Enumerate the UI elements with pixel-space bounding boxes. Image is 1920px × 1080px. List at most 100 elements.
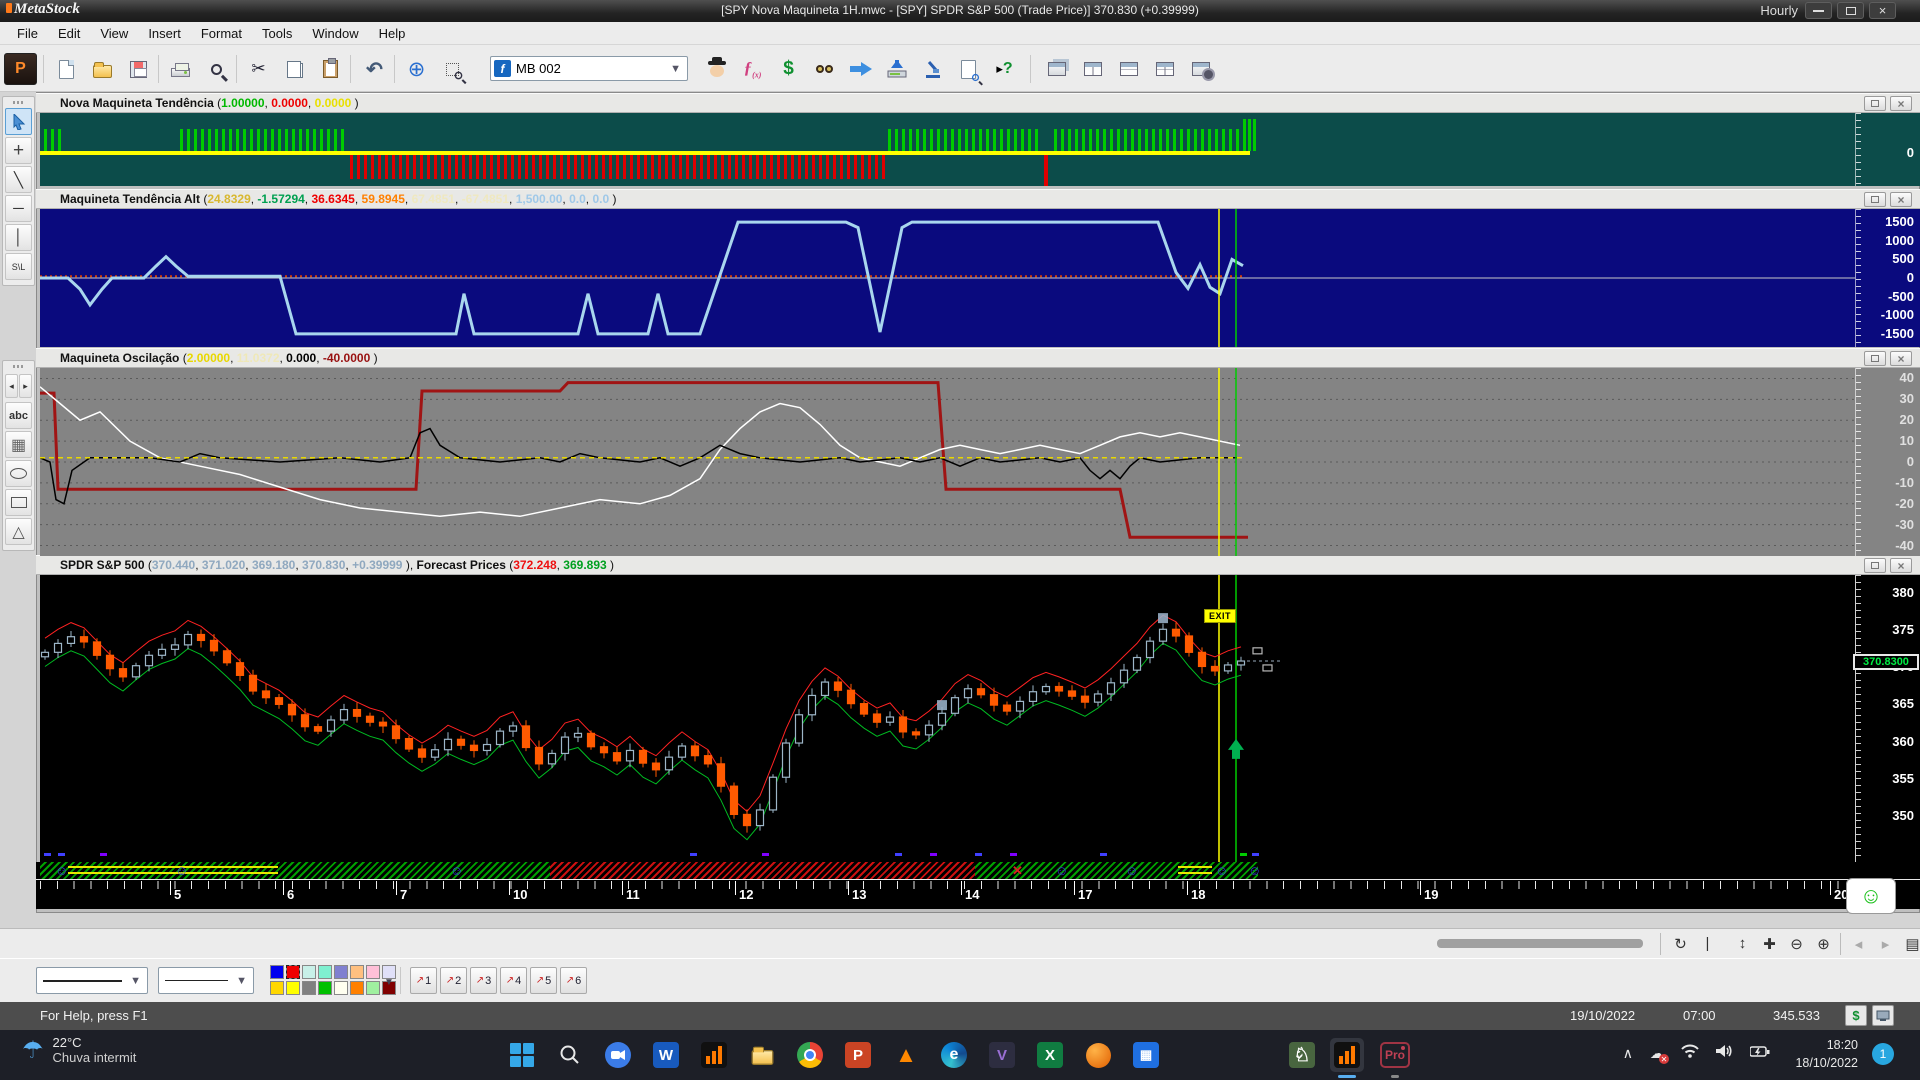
color-swatch[interactable]: [350, 965, 364, 979]
system-tester-status-button[interactable]: $: [1845, 1005, 1867, 1026]
save-button[interactable]: [122, 53, 155, 85]
panel-close-button[interactable]: ×: [1890, 558, 1912, 573]
indicator-builder-button[interactable]: ƒ(x): [736, 53, 769, 85]
restore-button[interactable]: [1837, 2, 1864, 19]
taskbar-word[interactable]: W: [649, 1038, 683, 1072]
date-axis[interactable]: 5 6 7 10 11 12 13 14 17 18 19 20: [36, 879, 1920, 909]
color-swatch[interactable]: [302, 981, 316, 995]
undo-button[interactable]: ↶: [358, 53, 391, 85]
taskbar-chat[interactable]: [601, 1038, 635, 1072]
panel-tendencia[interactable]: 0: [40, 113, 1920, 186]
wifi-icon[interactable]: [1681, 1044, 1699, 1063]
minimize-button[interactable]: [1805, 2, 1832, 19]
trend-template-button-6[interactable]: ↗ 6: [560, 967, 587, 994]
color-swatch[interactable]: [270, 965, 284, 979]
color-swatch[interactable]: [334, 965, 348, 979]
taskbar-excel[interactable]: X: [1033, 1038, 1067, 1072]
rectangle-tool[interactable]: [5, 489, 32, 516]
tile-horizontal-button[interactable]: [1112, 53, 1145, 85]
downloader-status-button[interactable]: [1872, 1005, 1894, 1026]
new-chart-button[interactable]: [50, 53, 83, 85]
line-weight-combo[interactable]: ▼: [158, 967, 254, 994]
taskbar-chrome[interactable]: [793, 1038, 827, 1072]
taskbar-weather[interactable]: ☂ 22°C Chuva intermit: [22, 1035, 136, 1065]
color-swatch[interactable]: [334, 981, 348, 995]
layout-menu-button[interactable]: ▤: [1900, 932, 1920, 955]
start-button[interactable]: [505, 1038, 539, 1072]
taskbar-calculator[interactable]: ▦: [1129, 1038, 1163, 1072]
trend-template-button-3[interactable]: ↗ 3: [470, 967, 497, 994]
line-style-combo[interactable]: ▼: [36, 967, 148, 994]
explorer-button[interactable]: [808, 53, 841, 85]
panel-restore-button[interactable]: [1864, 558, 1886, 573]
trend-template-button-1[interactable]: ↗ 1: [410, 967, 437, 994]
context-help-button[interactable]: ▸?: [988, 53, 1021, 85]
taskbar-file-explorer[interactable]: [745, 1038, 779, 1072]
paste-button[interactable]: [314, 53, 347, 85]
menu-edit[interactable]: Edit: [49, 24, 89, 43]
panel-close-button[interactable]: ×: [1890, 192, 1912, 207]
onedrive-icon[interactable]: ☁ ✕: [1650, 1045, 1669, 1064]
taskbar-pro[interactable]: Pro: [1378, 1038, 1412, 1078]
color-swatch[interactable]: [318, 981, 332, 995]
palette-more-button[interactable]: ▼: [384, 977, 394, 988]
panel-restore-button[interactable]: [1864, 351, 1886, 366]
taskbar-browser-orange[interactable]: [1081, 1038, 1115, 1072]
triangle-tool[interactable]: △: [5, 518, 32, 545]
text-tool[interactable]: abc: [5, 402, 32, 429]
panel-tendencia-alt[interactable]: 1500 1000 500 0 -500 -1000 -1500: [40, 209, 1920, 347]
menu-format[interactable]: Format: [192, 24, 251, 43]
trend-template-button-2[interactable]: ↗ 2: [440, 967, 467, 994]
battery-icon[interactable]: [1749, 1045, 1770, 1063]
taskbar-chess[interactable]: ♘: [1285, 1038, 1319, 1072]
menu-tools[interactable]: Tools: [253, 24, 301, 43]
crosshair-button[interactable]: ⊕: [400, 53, 433, 85]
menu-insert[interactable]: Insert: [139, 24, 190, 43]
menu-help[interactable]: Help: [370, 24, 415, 43]
print-button[interactable]: [164, 53, 197, 85]
taskbar-metastock-active[interactable]: [1330, 1038, 1364, 1078]
panel-header-tendencia-alt[interactable]: Maquineta Tendência Alt (24.8329, -1.572…: [36, 189, 1920, 209]
expert-advisor-button[interactable]: [700, 53, 733, 85]
menu-view[interactable]: View: [91, 24, 137, 43]
taskbar-search[interactable]: [553, 1038, 587, 1072]
prev-page-button[interactable]: ◂: [1846, 932, 1871, 955]
horizontal-line-tool[interactable]: ─: [5, 195, 32, 222]
toolbar-grip[interactable]: [12, 365, 25, 368]
copy-button[interactable]: [278, 53, 311, 85]
trendline-tool[interactable]: ╲: [5, 166, 32, 193]
color-swatch[interactable]: [302, 965, 316, 979]
color-swatch[interactable]: [366, 965, 380, 979]
ellipse-tool[interactable]: [5, 460, 32, 487]
support-resistance-tool[interactable]: S\L: [5, 253, 32, 280]
color-swatch[interactable]: [366, 981, 380, 995]
taskbar-powerpoint[interactable]: P: [841, 1038, 875, 1072]
power-console-button[interactable]: P: [4, 53, 37, 85]
scroll-right-button[interactable]: ▸: [19, 374, 32, 398]
window-options-button[interactable]: [1184, 53, 1217, 85]
taskbar-vlc[interactable]: ▲: [889, 1038, 923, 1072]
panel-header-oscilacao[interactable]: Maquineta Oscilação (2.00000, 11.0372, 0…: [36, 348, 1920, 368]
panel-restore-button[interactable]: [1864, 96, 1886, 111]
cut-button[interactable]: ✂: [242, 53, 275, 85]
open-button[interactable]: [86, 53, 119, 85]
report-button[interactable]: [952, 53, 985, 85]
color-swatch[interactable]: [318, 965, 332, 979]
grid-tool[interactable]: ▦: [5, 431, 32, 458]
tile-grid-button[interactable]: [1148, 53, 1181, 85]
color-swatch[interactable]: [286, 981, 300, 995]
forecaster-button[interactable]: [844, 53, 877, 85]
panel-close-button[interactable]: ×: [1890, 351, 1912, 366]
vertical-line-tool[interactable]: │: [5, 224, 32, 251]
microscope-button[interactable]: [916, 53, 949, 85]
panel-restore-button[interactable]: [1864, 192, 1886, 207]
crosshair-tool[interactable]: +: [5, 137, 32, 164]
volume-icon[interactable]: [1716, 1044, 1733, 1063]
color-swatch[interactable]: [286, 965, 300, 979]
tile-vertical-button[interactable]: [1076, 53, 1109, 85]
color-swatch[interactable]: [350, 981, 364, 995]
next-page-button[interactable]: ▸: [1873, 932, 1898, 955]
cascade-windows-button[interactable]: [1040, 53, 1073, 85]
color-swatch[interactable]: [270, 981, 284, 995]
trend-template-button-5[interactable]: ↗ 5: [530, 967, 557, 994]
